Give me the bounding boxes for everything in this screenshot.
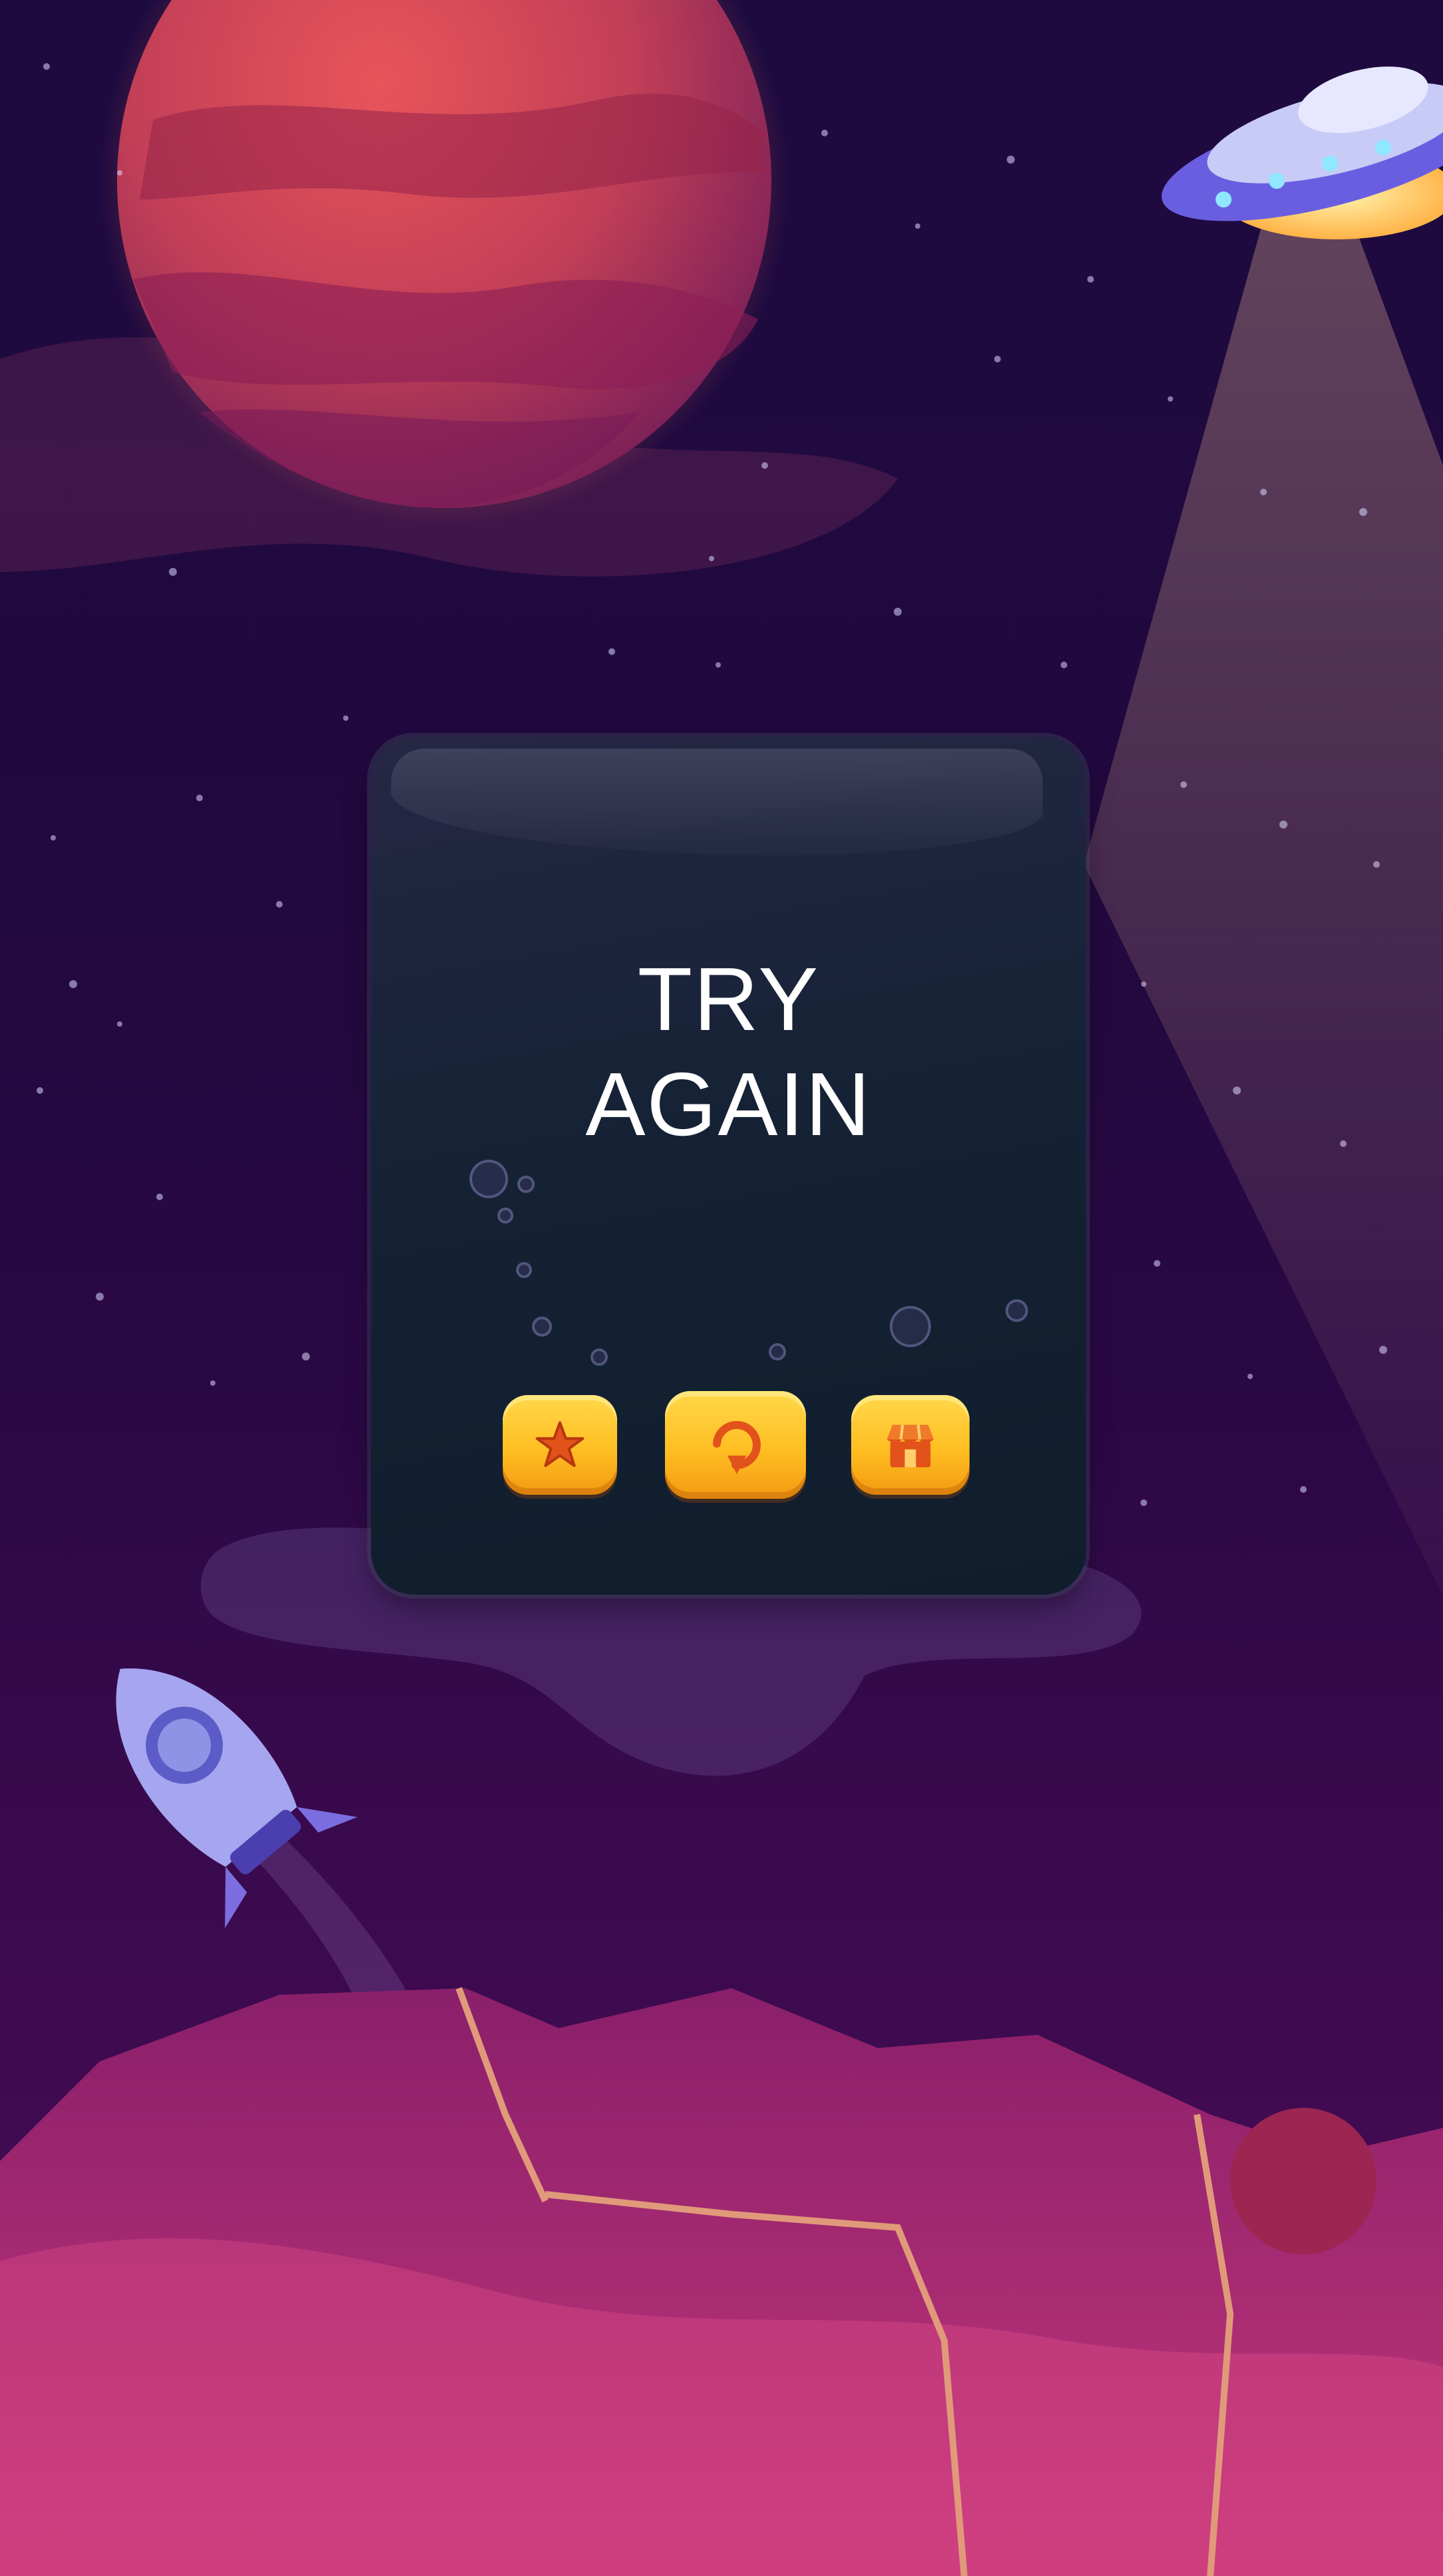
restart-icon [713, 1421, 761, 1474]
shop-button[interactable] [851, 1395, 970, 1495]
title-line-2: AGAIN [585, 1054, 872, 1154]
game-over-panel: TRY AGAIN [371, 737, 1086, 1595]
bubble-decoration [469, 1160, 508, 1198]
bubble-decoration [590, 1349, 608, 1366]
panel-shine [391, 749, 1043, 855]
rate-button[interactable] [503, 1395, 617, 1495]
shop-icon [886, 1424, 934, 1468]
ufo-beam [1084, 213, 1443, 1596]
bubble-decoration [517, 1176, 535, 1193]
retry-button[interactable] [665, 1391, 806, 1499]
title-line-1: TRY [637, 949, 820, 1049]
game-scene: TRY AGAIN [0, 0, 1443, 2576]
bubble-decoration [532, 1317, 552, 1337]
bubble-decoration [1005, 1299, 1028, 1322]
bubble-decoration [516, 1262, 532, 1278]
bubble-decoration [890, 1306, 931, 1347]
bubble-decoration [769, 1343, 786, 1360]
ufo [1161, 66, 1443, 239]
star-icon [535, 1421, 585, 1468]
small-planet [1230, 2108, 1377, 2254]
bubble-decoration [497, 1208, 513, 1224]
